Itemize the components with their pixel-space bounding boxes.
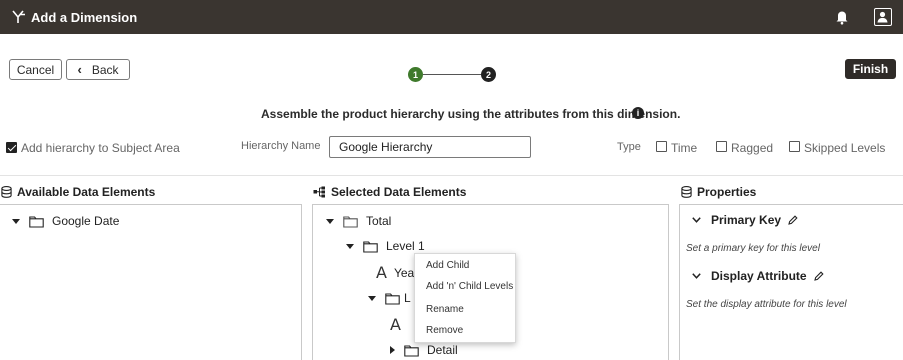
user-avatar-icon[interactable] — [874, 8, 892, 26]
tree-node-level-2[interactable]: L — [368, 291, 411, 305]
back-button-label: Back — [91, 62, 119, 77]
page-title: Add a Dimension — [31, 10, 138, 25]
pencil-icon[interactable] — [813, 271, 824, 281]
step-2-indicator[interactable]: 2 — [481, 67, 496, 82]
properties-title: Properties — [697, 185, 757, 199]
step-1-indicator[interactable]: 1 — [408, 67, 423, 82]
tree-node-label: Level 1 — [386, 239, 425, 253]
tree-node-label: Total — [366, 214, 392, 228]
section-divider — [0, 175, 903, 176]
cancel-button[interactable]: Cancel — [9, 59, 62, 80]
type-skipped-levels-checkbox[interactable] — [789, 141, 800, 152]
available-data-elements-header: Available Data Elements — [1, 185, 155, 199]
app-logo-icon — [12, 10, 25, 23]
menu-item-remove[interactable]: Remove — [426, 325, 463, 336]
type-ragged-label: Ragged — [731, 141, 774, 155]
display-attribute-label: Display Attribute — [711, 269, 807, 283]
display-attribute-section[interactable]: Display Attribute — [692, 269, 824, 283]
back-button[interactable]: ‹ Back — [66, 59, 130, 80]
hierarchy-icon — [313, 186, 325, 198]
cancel-button-label: Cancel — [16, 62, 55, 77]
context-menu: Add Child Add 'n' Child Levels Rename Re… — [414, 253, 516, 343]
primary-key-description: Set a primary key for this level — [686, 243, 820, 254]
database-icon — [681, 186, 692, 198]
type-skipped-levels-label: Skipped Levels — [804, 141, 886, 155]
type-time-checkbox[interactable] — [656, 141, 667, 152]
folder-icon — [404, 344, 419, 357]
menu-item-add-child[interactable]: Add Child — [426, 260, 469, 271]
available-data-elements-title: Available Data Elements — [17, 185, 156, 199]
chevron-left-icon: ‹ — [77, 62, 82, 77]
tree-node-label: L — [404, 291, 411, 305]
selected-data-elements-header: Selected Data Elements — [313, 185, 466, 199]
add-to-subject-area-checkbox[interactable] — [6, 142, 17, 153]
primary-key-section[interactable]: Primary Key — [692, 213, 798, 227]
type-ragged-checkbox[interactable] — [716, 141, 727, 152]
folder-icon — [29, 215, 44, 228]
chevron-down-icon[interactable] — [692, 273, 701, 279]
folder-icon — [363, 240, 378, 253]
pencil-icon[interactable] — [788, 215, 798, 225]
stepper-connector — [423, 74, 481, 75]
top-bar: Add a Dimension — [0, 0, 903, 34]
hierarchy-name-value: Google Hierarchy — [339, 140, 433, 154]
tree-node-total[interactable]: Total — [326, 214, 391, 228]
tree-node-label: Detail — [427, 343, 458, 357]
tree-node-detail[interactable]: Detail — [390, 343, 458, 357]
bell-icon[interactable] — [835, 9, 849, 25]
info-icon[interactable]: i — [632, 107, 644, 119]
menu-item-rename[interactable]: Rename — [426, 304, 464, 315]
selected-data-elements-title: Selected Data Elements — [331, 185, 467, 199]
folder-icon — [343, 215, 358, 228]
folder-icon — [385, 292, 400, 305]
attribute-icon: A — [376, 263, 387, 282]
add-to-subject-area-label: Add hierarchy to Subject Area — [21, 141, 180, 155]
caret-down-icon[interactable] — [346, 243, 354, 249]
caret-down-icon[interactable] — [12, 218, 20, 224]
wizard-stepper: 1 2 — [408, 67, 496, 83]
attribute-icon: A — [390, 315, 401, 334]
menu-item-add-n-child-levels[interactable]: Add 'n' Child Levels — [426, 281, 513, 292]
hierarchy-name-label: Hierarchy Name — [241, 140, 321, 152]
tree-node-year-attribute[interactable]: A Year — [376, 263, 418, 282]
finish-button-label: Finish — [852, 62, 889, 76]
caret-right-icon[interactable] — [390, 346, 395, 354]
hierarchy-name-input[interactable]: Google Hierarchy — [329, 136, 531, 158]
tree-node-attribute[interactable]: A — [390, 315, 408, 334]
display-attribute-description: Set the display attribute for this level — [686, 299, 847, 310]
database-icon — [1, 186, 12, 198]
tree-node-label: Google Date — [52, 214, 120, 228]
chevron-down-icon[interactable] — [692, 217, 701, 223]
primary-key-label: Primary Key — [711, 213, 782, 227]
finish-button[interactable]: Finish — [845, 59, 896, 79]
caret-down-icon[interactable] — [326, 218, 334, 224]
tree-node-google-date[interactable]: Google Date — [12, 214, 119, 228]
tree-node-level-1[interactable]: Level 1 — [346, 239, 425, 253]
properties-header: Properties — [681, 185, 756, 199]
type-time-label: Time — [671, 141, 698, 155]
instruction-text: Assemble the product hierarchy using the… — [261, 107, 681, 121]
type-label: Type — [617, 141, 641, 153]
caret-down-icon[interactable] — [368, 295, 376, 301]
